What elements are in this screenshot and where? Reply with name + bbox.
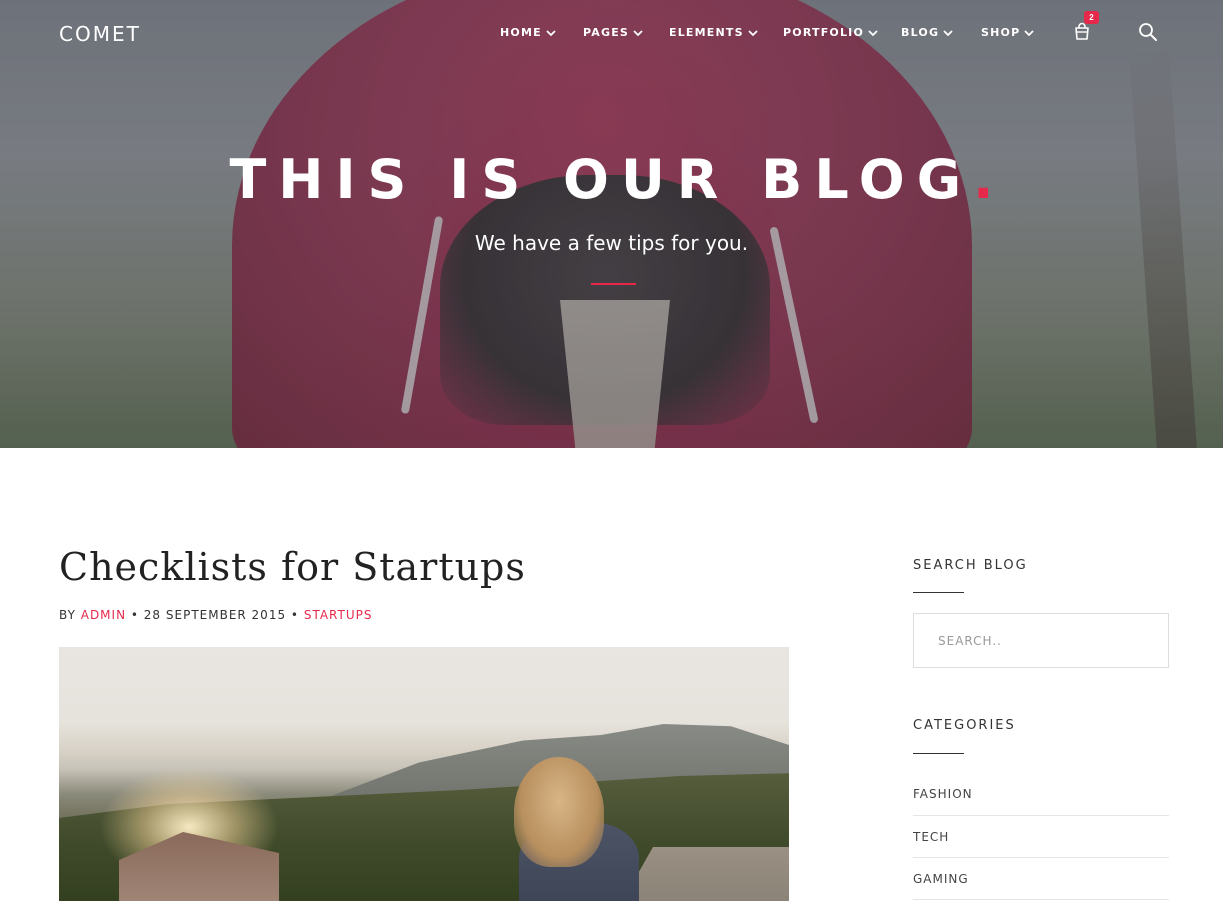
meta-separator: • [130,608,139,622]
hero-title-text: THIS IS OUR BLOG [229,148,974,211]
nav-item-label: SHOP [981,26,1021,39]
nav-item-label: PORTFOLIO [783,26,865,39]
nav-item-label: HOME [500,26,542,39]
post-meta: BY ADMIN • 28 SEPTEMBER 2015 • STARTUPS [59,608,372,622]
hero-divider [591,283,636,285]
chevron-down-icon [1024,29,1034,36]
chevron-down-icon [546,29,556,36]
categories-widget-title: CATEGORIES [913,718,1016,733]
nav-item-shop[interactable]: SHOP [981,26,1035,39]
chevron-down-icon [868,29,878,36]
post-date: 28 SEPTEMBER 2015 [143,608,287,622]
hero-subtitle: We have a few tips for you. [474,231,749,255]
category-item-tech[interactable]: TECH [913,816,1169,858]
widget-divider [913,592,964,593]
search-input[interactable] [913,613,1169,668]
search-widget-title: SEARCH BLOG [913,558,1028,573]
post-by-label: BY [59,608,76,622]
post-featured-image[interactable] [59,647,789,901]
main-nav: HOME PAGES ELEMENTS PORTFOLIO BLOG SHOP [0,26,1223,42]
nav-item-pages[interactable]: PAGES [583,26,644,39]
nav-item-home[interactable]: HOME [500,26,557,39]
hero-overlay [0,0,1223,448]
cart-icon[interactable] [1072,22,1092,42]
post-category-link[interactable]: STARTUPS [304,608,373,622]
post-title[interactable]: Checklists for Startups [59,545,526,589]
meta-separator: • [290,608,299,622]
hero-title: THIS IS OUR BLOG. [0,148,1223,211]
widget-divider [913,753,964,754]
category-list: FASHION TECH GAMING [913,774,1169,900]
post-author-link[interactable]: ADMIN [81,608,126,622]
hero-banner [0,0,1223,448]
chevron-down-icon [633,29,643,36]
nav-item-label: ELEMENTS [669,26,744,39]
category-item-gaming[interactable]: GAMING [913,858,1169,900]
search-icon[interactable] [1138,22,1158,42]
category-item-fashion[interactable]: FASHION [913,774,1169,816]
image-rider-head [514,757,604,867]
nav-item-elements[interactable]: ELEMENTS [669,26,759,39]
nav-item-blog[interactable]: BLOG [901,26,954,39]
hero-title-dot: . [973,148,994,211]
nav-item-label: PAGES [583,26,630,39]
chevron-down-icon [748,29,758,36]
nav-item-portfolio[interactable]: PORTFOLIO [783,26,879,39]
chevron-down-icon [943,29,953,36]
cart-count-badge: 2 [1084,11,1099,24]
nav-item-label: BLOG [901,26,940,39]
